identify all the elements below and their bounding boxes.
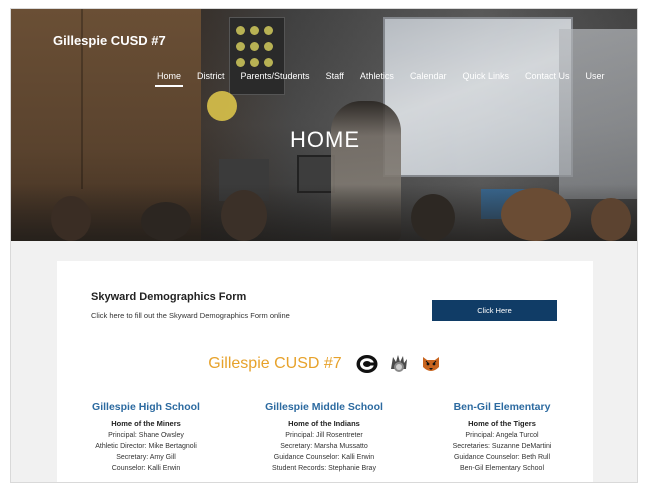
nav-item-staff[interactable]: Staff [318,71,352,81]
school-contact-line: Guidance Counselor: Beth Rull [453,454,551,461]
hero-photo-banner [229,17,285,95]
nav-item-quick-links[interactable]: Quick Links [454,71,517,81]
school-name-link[interactable]: Ben-Gil Elementary [413,401,591,413]
nav-item-calendar[interactable]: Calendar [402,71,455,81]
school-contact-line: Student Records: Stephanie Bray [272,465,376,472]
school-card: Gillespie Middle School Home of the Indi… [235,401,413,474]
page: Gillespie CUSD #7 Home District Parents/… [10,8,638,483]
nav-item-user[interactable]: User [578,71,613,81]
schools-section: Gillespie High School Home of the Miners… [57,401,593,474]
school-contact-line: Secretary: Amy Gill [116,454,176,461]
school-contact-line: Ben-Gil Elementary School [459,465,545,472]
hero-photo-whiteboard [383,17,573,177]
school-contact-line: Principal: Jill Rosentreter [285,432,363,439]
nav-item-parents-students[interactable]: Parents/Students [233,71,318,81]
school-contact-line: Principal: Shane Owsley [108,432,184,439]
main-nav: Home District Parents/Students Staff Ath… [149,71,613,87]
school-mascot: Home of the Indians [288,419,360,428]
hero-photo-sign [207,91,237,121]
school-contact-line: Counselor: Kalli Erwin [111,465,181,472]
school-contact-line: Athletic Director: Mike Bertagnoli [95,443,197,450]
school-contact-line: Secretaries: Suzanne DeMartini [452,443,552,450]
nav-item-home[interactable]: Home [149,71,189,87]
nav-item-district[interactable]: District [189,71,233,81]
school-mascot: Home of the Miners [111,419,181,428]
hero-banner: Gillespie CUSD #7 Home District Parents/… [11,9,637,241]
form-section-description: Click here to fill out the Skyward Demog… [91,311,290,320]
school-mascot: Home of the Tigers [468,419,536,428]
content-card: Skyward Demographics Form Click here to … [57,261,593,482]
tiger-icon [422,357,439,371]
hero-photo-cabinet [559,29,637,199]
click-here-button[interactable]: Click Here [432,300,557,321]
brand-name: Gillespie CUSD #7 [208,355,342,372]
form-section-title: Skyward Demographics Form [91,291,247,303]
nav-item-contact-us[interactable]: Contact Us [517,71,578,81]
school-contact-line: Guidance Counselor: Kalli Erwin [273,454,375,461]
school-name-link[interactable]: Gillespie High School [57,401,235,413]
school-contact-line: Principal: Angela Turcol [465,432,539,439]
g-logo-icon [356,355,378,373]
school-name-link[interactable]: Gillespie Middle School [235,401,413,413]
site-title[interactable]: Gillespie CUSD #7 [53,33,166,48]
indian-head-icon [390,355,407,372]
school-card: Ben-Gil Elementary Home of the Tigers Pr… [413,401,591,474]
school-card: Gillespie High School Home of the Miners… [57,401,235,474]
page-title: HOME [290,127,360,152]
brand-row: Gillespie CUSD #7 [57,353,593,375]
nav-item-athletics[interactable]: Athletics [352,71,402,81]
school-contact-line: Secretary: Marsha Mussatto [280,443,368,450]
hero-photo-students [11,184,637,241]
